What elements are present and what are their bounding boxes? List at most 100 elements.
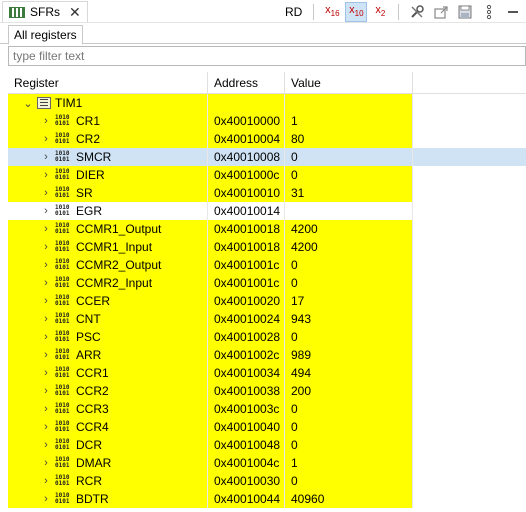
value-cell[interactable]: 0 [285,400,413,418]
close-icon[interactable]: ✕ [69,5,81,19]
value-cell [285,94,413,112]
chevron-right-icon[interactable]: › [40,187,52,199]
table-row[interactable]: › 1010 0101 CCR3 0x4001003c 0 [8,400,526,418]
value-cell[interactable]: 0 [285,418,413,436]
hex-format-button[interactable]: x16 [321,2,343,22]
register-icon: 1010 0101 [55,168,70,181]
address-cell: 0x40010018 [208,238,285,256]
column-header-value[interactable]: Value [285,72,413,94]
table-row[interactable]: › 1010 0101 CCMR1_Input 0x40010018 4200 [8,238,526,256]
value-cell[interactable]: 1 [285,112,413,130]
table-row[interactable]: › 1010 0101 CCER 0x40010020 17 [8,292,526,310]
value-cell[interactable]: 494 [285,364,413,382]
table-row[interactable]: › 1010 0101 DCR 0x40010048 0 [8,436,526,454]
chevron-right-icon[interactable]: › [40,493,52,505]
register-icon: 1010 0101 [55,294,70,307]
sfrs-view-tab[interactable]: SFRs ✕ [2,1,88,22]
toolbar: RD x16 x10 x2 [280,0,525,23]
chevron-right-icon[interactable]: › [40,205,52,217]
value-cell[interactable]: 4200 [285,220,413,238]
table-row[interactable]: › 1010 0101 BDTR 0x40010044 40960 [8,490,526,508]
tools-button[interactable] [406,2,428,22]
chevron-right-icon[interactable]: › [40,349,52,361]
value-cell[interactable]: 0 [285,256,413,274]
value-cell[interactable]: 943 [285,310,413,328]
table-row[interactable]: › 1010 0101 CR2 0x40010004 80 [8,130,526,148]
chevron-right-icon[interactable]: › [40,277,52,289]
chevron-right-icon[interactable]: › [40,223,52,235]
value-cell[interactable]: 0 [285,436,413,454]
table-row[interactable]: › 1010 0101 SMCR 0x40010008 0 [8,148,526,166]
value-cell[interactable]: 989 [285,346,413,364]
table-row[interactable]: › 1010 0101 DMAR 0x4001004c 1 [8,454,526,472]
chevron-right-icon[interactable]: › [40,385,52,397]
register-name: RCR [76,474,102,488]
address-cell: 0x40010044 [208,490,285,508]
chevron-right-icon[interactable]: › [40,457,52,469]
chevron-right-icon[interactable]: › [40,439,52,451]
register-name: CCR1 [76,366,109,380]
column-header-register[interactable]: Register [8,72,208,94]
table-row[interactable]: › 1010 0101 CCMR1_Output 0x40010018 4200 [8,220,526,238]
value-cell[interactable]: 80 [285,130,413,148]
chevron-right-icon[interactable]: › [40,115,52,127]
value-cell[interactable]: 31 [285,184,413,202]
toolbar-separator [313,3,315,20]
table-row[interactable]: › 1010 0101 PSC 0x40010028 0 [8,328,526,346]
chevron-right-icon[interactable]: › [40,475,52,487]
table-row[interactable]: › 1010 0101 CCR2 0x40010038 200 [8,382,526,400]
table-row[interactable]: › 1010 0101 RCR 0x40010030 0 [8,472,526,490]
value-cell[interactable]: 0 [285,472,413,490]
value-cell[interactable]: 0 [285,274,413,292]
table-row[interactable]: › 1010 0101 CCMR2_Output 0x4001001c 0 [8,256,526,274]
column-header-address[interactable]: Address [208,72,285,94]
chevron-right-icon[interactable]: › [40,421,52,433]
tab-all-registers[interactable]: All registers [8,25,83,45]
table-row[interactable]: › 1010 0101 CCR1 0x40010034 494 [8,364,526,382]
value-cell[interactable]: 200 [285,382,413,400]
chevron-right-icon[interactable]: › [40,169,52,181]
table-row[interactable]: › 1010 0101 DIER 0x4001000c 0 [8,166,526,184]
table-row[interactable]: › 1010 0101 CNT 0x40010024 943 [8,310,526,328]
chevron-right-icon[interactable]: › [40,403,52,415]
chevron-right-icon[interactable]: › [40,295,52,307]
table-row[interactable]: › 1010 0101 ARR 0x4001002c 989 [8,346,526,364]
address-cell: 0x4001003c [208,400,285,418]
minimize-button[interactable] [502,2,524,22]
value-cell[interactable]: 0 [285,328,413,346]
decimal-format-button[interactable]: x10 [345,1,368,22]
export-button[interactable] [430,2,452,22]
register-icon: 1010 0101 [55,258,70,271]
filter-input[interactable] [8,46,526,66]
table-row[interactable]: › 1010 0101 CR1 0x40010000 1 [8,112,526,130]
address-cell: 0x40010008 [208,148,285,166]
chevron-down-icon[interactable]: ⌄ [22,97,34,110]
value-cell[interactable]: 0 [285,166,413,184]
chevron-right-icon[interactable]: › [40,259,52,271]
table-row[interactable]: › 1010 0101 SR 0x40010010 31 [8,184,526,202]
chevron-right-icon[interactable]: › [40,367,52,379]
value-cell[interactable]: 0 [285,148,413,166]
chevron-right-icon[interactable]: › [40,331,52,343]
chevron-right-icon[interactable]: › [40,313,52,325]
value-cell[interactable] [285,202,413,220]
chevron-right-icon[interactable]: › [40,133,52,145]
view-tab-bar: SFRs ✕ RD x16 x10 x2 [0,0,526,23]
view-menu-button[interactable] [478,2,500,22]
read-registers-button[interactable]: RD [281,2,306,22]
value-cell[interactable]: 40960 [285,490,413,508]
save-button[interactable] [454,2,476,22]
group-row-tim1[interactable]: ⌄ TIM1 [8,94,526,112]
register-name-cell: ⌄ TIM1 [8,94,208,112]
chevron-right-icon[interactable]: › [40,151,52,163]
table-row[interactable]: › 1010 0101 EGR 0x40010014 [8,202,526,220]
register-icon: 1010 0101 [55,240,70,253]
table-row[interactable]: › 1010 0101 CCR4 0x40010040 0 [8,418,526,436]
chevron-right-icon[interactable]: › [40,241,52,253]
more-vertical-icon [487,4,492,19]
value-cell[interactable]: 1 [285,454,413,472]
value-cell[interactable]: 4200 [285,238,413,256]
table-row[interactable]: › 1010 0101 CCMR2_Input 0x4001001c 0 [8,274,526,292]
binary-format-button[interactable]: x2 [369,2,391,22]
value-cell[interactable]: 17 [285,292,413,310]
